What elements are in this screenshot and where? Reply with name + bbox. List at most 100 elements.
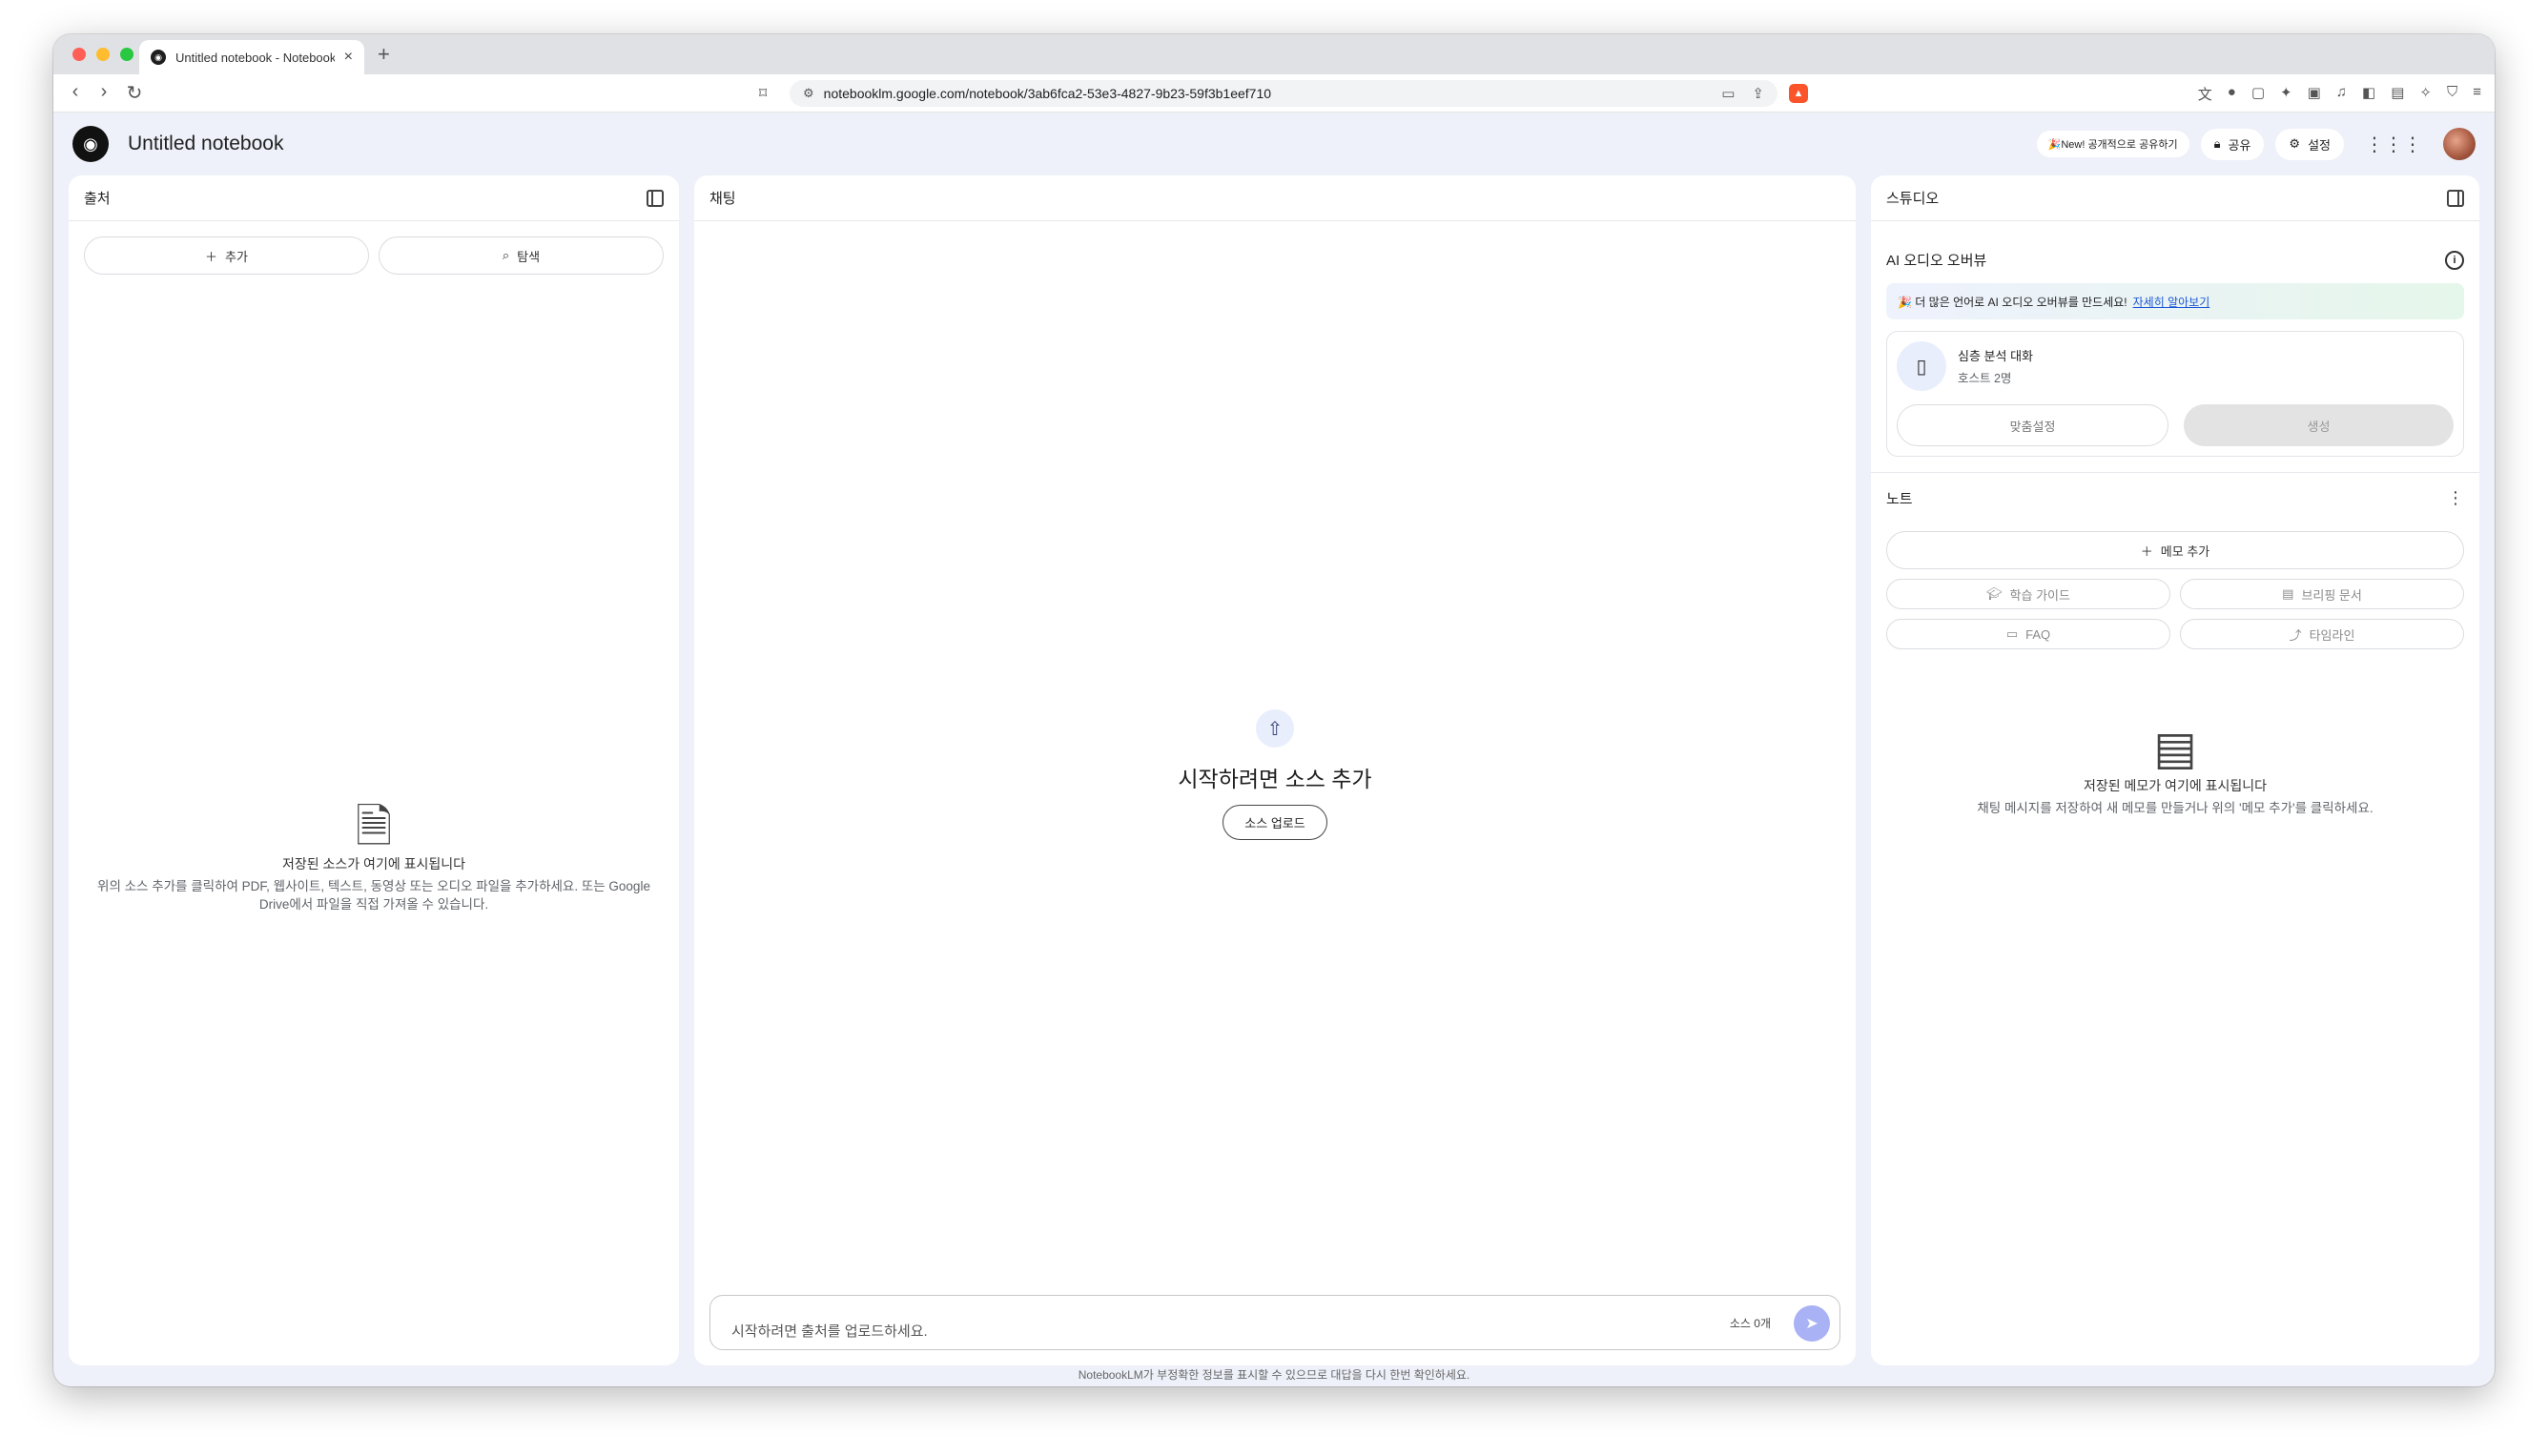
study-guide-chip[interactable]: 🎓︎ 학습 가이드 [1886, 579, 2170, 609]
extension-icon[interactable]: ▢ [2251, 84, 2265, 104]
browser-window: ◉ Untitled notebook - NotebookLM × + ‹ ›… [53, 34, 2495, 1386]
add-memo-button[interactable]: ＋ 메모 추가 [1886, 531, 2464, 569]
wallet-icon[interactable]: ▤ [2391, 84, 2404, 104]
audio-card-top: ▯ 심층 분석 대화 호스트 2명 [1897, 341, 2454, 391]
gear-icon: ⚙ [2289, 136, 2301, 151]
explore-source-button[interactable]: ⌕ 탐색 [379, 236, 664, 275]
studio-title: 스튜디오 [1886, 191, 1940, 207]
new-feature-badge[interactable]: 🎉New! 공개적으로 공유하기 [2036, 131, 2189, 157]
new-tab-button[interactable]: + [378, 42, 390, 67]
audio-hosts: 호스트 2명 [1958, 372, 2012, 385]
reload-icon[interactable]: ↻ [122, 81, 147, 105]
note-icon: ▤ [2153, 724, 2197, 774]
sources-empty-subtitle: 위의 소스 추가를 클릭하여 PDF, 웹사이트, 텍스트, 동영상 또는 오디… [97, 879, 650, 912]
audio-overview-row: AI 오디오 오버뷰 i [1886, 250, 2464, 270]
customize-button[interactable]: 맞춤설정 [1897, 404, 2168, 446]
sources-empty-title: 저장된 소스가 여기에 표시됩니다 [282, 856, 465, 872]
tab-strip: ◉ Untitled notebook - NotebookLM × + [53, 34, 2495, 74]
brave-shield-icon[interactable]: ▲ [1789, 84, 1808, 103]
upload-source-button[interactable]: 소스 업로드 [1223, 805, 1327, 840]
header-actions: 🎉New! 공개적으로 공유하기 🔒︎ 공유 ⚙ 설정 ⋮⋮⋮ [2036, 128, 2476, 160]
chat-header: 채팅 [694, 175, 1856, 221]
screenshot-icon[interactable]: ▣ [2308, 84, 2321, 104]
upload-icon: ⇧ [1256, 709, 1294, 748]
faq-chip[interactable]: ▭ FAQ [1886, 619, 2170, 649]
tab-title: Untitled notebook - NotebookLM [175, 50, 335, 65]
timeline-chip[interactable]: ⤴ 타임라인 [2180, 619, 2464, 649]
notes-empty-title: 저장된 메모가 여기에 표시됩니다 [2084, 778, 2267, 793]
sidebar-icon[interactable]: ◧ [2362, 84, 2375, 104]
audio-overview-title: AI 오디오 오버뷰 [1886, 253, 1987, 269]
add-source-button[interactable]: ＋ 추가 [84, 236, 369, 275]
notes-empty-state: ▤ 저장된 메모가 여기에 표시됩니다 채팅 메시지를 저장하여 새 메모를 만… [1871, 727, 2479, 817]
notebook-title[interactable]: Untitled notebook [128, 133, 283, 155]
audio-overview-section: AI 오디오 오버뷰 i 🎉 더 많은 언어로 AI 오디오 오버뷰를 만드세요… [1871, 221, 2479, 472]
vpn-icon[interactable]: ⛉ [2447, 84, 2457, 104]
study-guide-label: 학습 가이드 [2009, 587, 2070, 603]
menu-icon[interactable]: ≡ [2473, 84, 2481, 104]
chat-input-box[interactable]: 시작하려면 출처를 업로드하세요. 소스 0개 ➤ [709, 1295, 1840, 1350]
collapse-studio-icon[interactable] [2447, 189, 2464, 207]
notes-empty-subtitle: 채팅 메시지를 저장하여 새 메모를 만들거나 위의 '메모 추가'를 클릭하세… [1977, 801, 2373, 815]
share-button[interactable]: 🔒︎ 공유 [2200, 128, 2265, 160]
tab-close-icon[interactable]: × [344, 49, 353, 66]
maximize-window-button[interactable] [120, 48, 134, 61]
settings-label: 설정 [2308, 137, 2331, 153]
plus-icon: ＋ [2140, 543, 2153, 559]
puzzle-icon[interactable]: ✦ [2280, 84, 2292, 104]
share-label: 공유 [2228, 137, 2251, 153]
generate-button[interactable]: 생성 [2184, 404, 2454, 446]
briefing-doc-icon: ▤ [2282, 586, 2294, 601]
browser-tab[interactable]: ◉ Untitled notebook - NotebookLM × [139, 40, 364, 74]
add-memo-label: 메모 추가 [2160, 543, 2210, 559]
send-button[interactable]: ➤ [1794, 1305, 1830, 1342]
notes-row: 노트 ⋮ [1886, 488, 2464, 508]
learn-more-link[interactable]: 자세히 알아보기 [2133, 294, 2210, 310]
audio-name: 심층 분석 대화 [1958, 349, 2033, 363]
faq-label: FAQ [2025, 626, 2051, 642]
collapse-sidebar-icon[interactable] [647, 189, 664, 207]
app-header: ◉ Untitled notebook 🎉New! 공개적으로 공유하기 🔒︎ … [53, 113, 2495, 175]
notebooklm-logo-icon[interactable]: ◉ [72, 126, 109, 162]
sources-panel: 출처 ＋ 추가 ⌕ 탐색 🗎 저장된 소스가 여기에 표시됩니다 위의 소스 추… [69, 175, 679, 1365]
source-count: 소스 0개 [1729, 1317, 1771, 1330]
document-icon: 🗎 [355, 802, 393, 852]
add-source-label: 추가 [225, 249, 248, 264]
briefing-doc-label: 브리핑 문서 [2301, 587, 2362, 603]
site-info-icon[interactable]: ⚙ [803, 86, 814, 101]
bookmark-icon[interactable]: ⌑ [759, 84, 778, 103]
note-chips: 🎓︎ 학습 가이드 ▤ 브리핑 문서 ▭ FAQ ⤴ 타임라인 [1886, 579, 2464, 649]
explore-label: 탐색 [517, 249, 541, 264]
url-field[interactable]: ⚙ notebooklm.google.com/notebook/3ab6fca… [790, 80, 1777, 107]
faq-icon: ▭ [2005, 626, 2019, 641]
info-icon[interactable]: i [2445, 250, 2464, 270]
chat-title: 채팅 [709, 191, 736, 207]
briefing-doc-chip[interactable]: ▤ 브리핑 문서 [2180, 579, 2464, 609]
back-icon[interactable]: ‹ [63, 81, 88, 103]
close-window-button[interactable] [72, 48, 86, 61]
share-page-icon[interactable]: ⇪ [1752, 85, 1764, 102]
source-actions: ＋ 추가 ⌕ 탐색 [69, 221, 679, 290]
forward-icon[interactable]: › [92, 81, 116, 103]
cast-icon[interactable]: ▭ [1721, 85, 1735, 102]
sources-empty-state: 🗎 저장된 소스가 여기에 표시됩니다 위의 소스 추가를 클릭하여 PDF, … [69, 805, 679, 913]
avatar[interactable] [2443, 128, 2476, 160]
timeline-icon: ⤴ [2289, 627, 2302, 643]
sources-title: 출처 [84, 191, 111, 207]
timeline-label: 타임라인 [2309, 627, 2355, 643]
translate-icon[interactable]: 文 [2198, 84, 2212, 104]
address-bar: ⌑ ⚙ notebooklm.google.com/notebook/3ab6f… [759, 80, 1808, 107]
chat-panel: 채팅 ⇧ 시작하려면 소스 추가 소스 업로드 시작하려면 출처를 업로드하세요… [694, 175, 1856, 1365]
apps-grid-icon[interactable]: ⋮⋮⋮ [2355, 133, 2432, 156]
mic-icon[interactable]: ● [2228, 84, 2236, 104]
language-banner: 🎉 더 많은 언어로 AI 오디오 오버뷰를 만드세요! 자세히 알아보기 [1886, 283, 2464, 319]
ai-icon[interactable]: ✧ [2419, 84, 2432, 104]
minimize-window-button[interactable] [96, 48, 110, 61]
music-icon[interactable]: ♫ [2336, 84, 2347, 104]
more-options-icon[interactable]: ⋮ [2447, 488, 2464, 508]
settings-button[interactable]: ⚙ 설정 [2275, 128, 2344, 160]
notes-title: 노트 [1886, 491, 1913, 507]
window-controls [72, 48, 134, 61]
url-actions: ▭ ⇪ [1721, 85, 1764, 102]
chat-empty-state: ⇧ 시작하려면 소스 추가 소스 업로드 [694, 709, 1856, 840]
